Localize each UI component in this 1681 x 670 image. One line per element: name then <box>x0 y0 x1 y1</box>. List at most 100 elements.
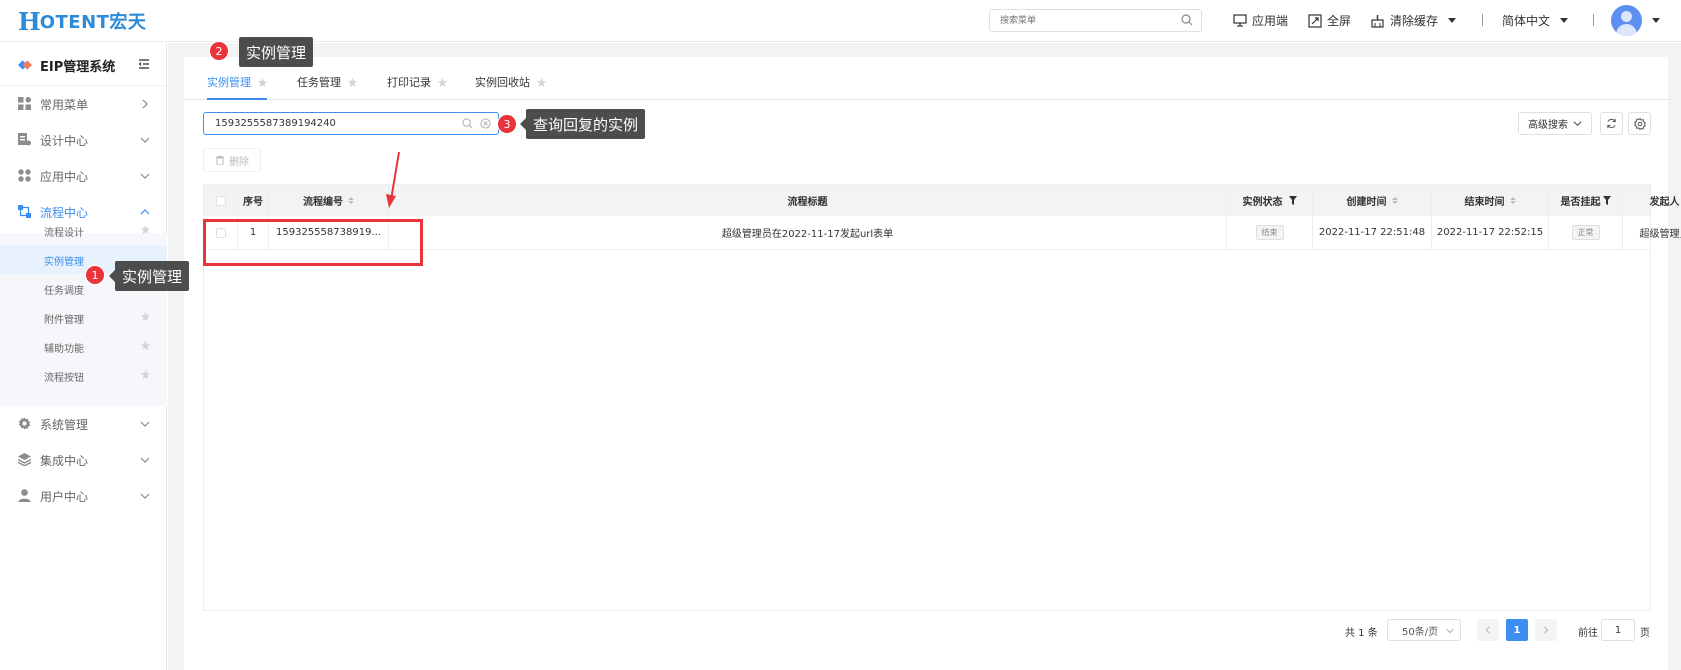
collapse-menu-icon[interactable] <box>138 58 150 70</box>
star-icon[interactable] <box>140 340 151 351</box>
prev-page-button[interactable] <box>1477 619 1499 641</box>
avatar[interactable] <box>1611 5 1642 36</box>
submenu-item-label: 附件管理 <box>44 315 84 326</box>
sidebar-item-design[interactable]: 设计中心 <box>0 122 167 158</box>
row-ended: 2022-11-17 22:52:15 <box>1432 216 1549 249</box>
menu-search-input[interactable] <box>990 10 1170 31</box>
goto-prefix: 前往 <box>1578 627 1598 639</box>
header-created[interactable]: 创建时间 <box>1313 185 1432 216</box>
header-index: 序号 <box>238 185 269 216</box>
sort-icon[interactable] <box>348 197 354 204</box>
sidebar-item-label: 用户中心 <box>40 490 89 504</box>
submenu-item-label: 实例管理 <box>44 257 84 268</box>
filter-icon[interactable] <box>1602 196 1611 205</box>
star-icon[interactable] <box>140 311 151 322</box>
chevron-down-icon <box>1446 629 1454 634</box>
tab-print[interactable]: 打印记录 <box>387 74 448 90</box>
sidebar-item-system[interactable]: 系统管理 <box>0 406 167 442</box>
star-icon[interactable] <box>347 77 358 88</box>
submenu-item-flow-design[interactable]: 流程设计 <box>0 216 167 245</box>
sidebar: EIP管理系统 常用菜单 设计中心 应用中心 流程中心 流程设计 实例管理 任务… <box>0 43 167 670</box>
search-icon[interactable] <box>462 118 473 129</box>
instance-search-input[interactable] <box>215 116 455 131</box>
annotation-badge-2: 2 <box>209 41 229 61</box>
chevron-down-icon <box>140 173 150 179</box>
tab-recycle[interactable]: 实例回收站 <box>475 74 547 90</box>
highlight-box <box>203 219 423 266</box>
sidebar-item-integration[interactable]: 集成中心 <box>0 442 167 478</box>
star-icon[interactable] <box>257 77 268 88</box>
sidebar-item-apps[interactable]: 应用中心 <box>0 158 167 194</box>
submenu-item-auxiliary[interactable]: 辅助功能 <box>0 332 167 361</box>
chevron-down-icon <box>1573 121 1582 127</box>
next-page-button[interactable] <box>1535 619 1557 641</box>
header-select-cell <box>204 185 238 216</box>
tab-instance[interactable]: 实例管理 <box>207 74 268 90</box>
row-initiator: 超级管理员 <box>1623 216 1681 249</box>
header-label: 流程标题 <box>787 197 828 208</box>
app-end-button[interactable]: 应用端 <box>1233 12 1288 29</box>
star-icon[interactable] <box>536 77 547 88</box>
annotation-arrow <box>386 152 400 208</box>
header-label: 流程编号 <box>303 197 343 208</box>
brand-logo[interactable]: H OTENT宏天 <box>18 6 146 36</box>
header-label: 实例状态 <box>1242 197 1283 208</box>
annotation-callout-2: 实例管理 <box>239 37 314 67</box>
instance-search[interactable] <box>203 112 499 135</box>
language-select[interactable]: 简体中文 <box>1502 12 1569 29</box>
header-label: 结束时间 <box>1464 197 1505 208</box>
gear-icon <box>1633 117 1646 130</box>
settings-button[interactable] <box>1628 112 1651 135</box>
header-proc-no[interactable]: 流程编号 <box>269 185 389 216</box>
fullscreen-button[interactable]: 全屏 <box>1308 12 1351 29</box>
star-icon[interactable] <box>140 369 151 380</box>
gear-icon <box>18 417 31 430</box>
advanced-search-label: 高级搜索 <box>1528 120 1568 131</box>
advanced-search-button[interactable]: 高级搜索 <box>1518 112 1592 135</box>
page-size-select[interactable]: 50条/页 <box>1387 619 1461 641</box>
star-icon[interactable] <box>437 77 448 88</box>
header-status[interactable]: 实例状态 <box>1227 185 1313 216</box>
submenu-item-attachments[interactable]: 附件管理 <box>0 303 167 332</box>
chevron-down-icon[interactable] <box>1652 18 1660 23</box>
header-label: 发起人 <box>1649 197 1680 208</box>
select-all-checkbox[interactable] <box>215 195 226 206</box>
annotation-callout-1: 实例管理 <box>108 261 190 291</box>
delete-button[interactable]: 删除 <box>203 148 261 172</box>
fullscreen-label: 全屏 <box>1327 14 1352 28</box>
grid-icon <box>18 97 31 110</box>
page-size-label: 50条/页 <box>1402 626 1439 638</box>
search-icon[interactable] <box>1181 14 1193 26</box>
language-label: 简体中文 <box>1502 14 1551 28</box>
star-icon[interactable] <box>140 224 151 235</box>
brand-diamond-icon <box>18 60 32 70</box>
sort-icon[interactable] <box>1509 197 1516 204</box>
sidebar-item-label: 设计中心 <box>40 134 89 148</box>
menu-search[interactable] <box>989 9 1202 32</box>
page-number-current[interactable]: 1 <box>1506 619 1528 641</box>
tab-task[interactable]: 任务管理 <box>297 74 358 90</box>
logo-mark: H <box>18 6 41 36</box>
sidebar-item-user[interactable]: 用户中心 <box>0 478 167 514</box>
row-status-cell: 结束 <box>1227 216 1313 249</box>
system-title: EIP管理系统 <box>18 53 115 77</box>
chevron-down-icon <box>140 493 150 499</box>
header-initiator: 发起人 <box>1623 185 1681 216</box>
top-header: H OTENT宏天 应用端 全屏 清除缓存 简体中文 <box>0 0 1681 42</box>
active-tab-indicator <box>207 98 267 100</box>
submenu-item-label: 辅助功能 <box>44 344 84 355</box>
sidebar-item-common[interactable]: 常用菜单 <box>0 86 167 122</box>
filter-icon[interactable] <box>1288 196 1297 205</box>
clear-cache-button[interactable]: 清除缓存 <box>1370 12 1457 29</box>
sort-icon[interactable] <box>1391 197 1398 204</box>
clear-cache-label: 清除缓存 <box>1390 14 1439 28</box>
tab-label: 实例管理 <box>207 76 251 89</box>
header-suspended[interactable]: 是否挂起 <box>1549 185 1623 216</box>
header-ended[interactable]: 结束时间 <box>1432 185 1549 216</box>
clear-icon[interactable] <box>480 118 491 129</box>
goto-page-input[interactable]: 1 <box>1601 619 1635 641</box>
submenu-item-flow-buttons[interactable]: 流程按钮 <box>0 361 167 390</box>
refresh-button[interactable] <box>1600 112 1623 135</box>
submenu-item-label: 流程设计 <box>44 228 84 239</box>
header-label: 是否挂起 <box>1560 197 1601 208</box>
